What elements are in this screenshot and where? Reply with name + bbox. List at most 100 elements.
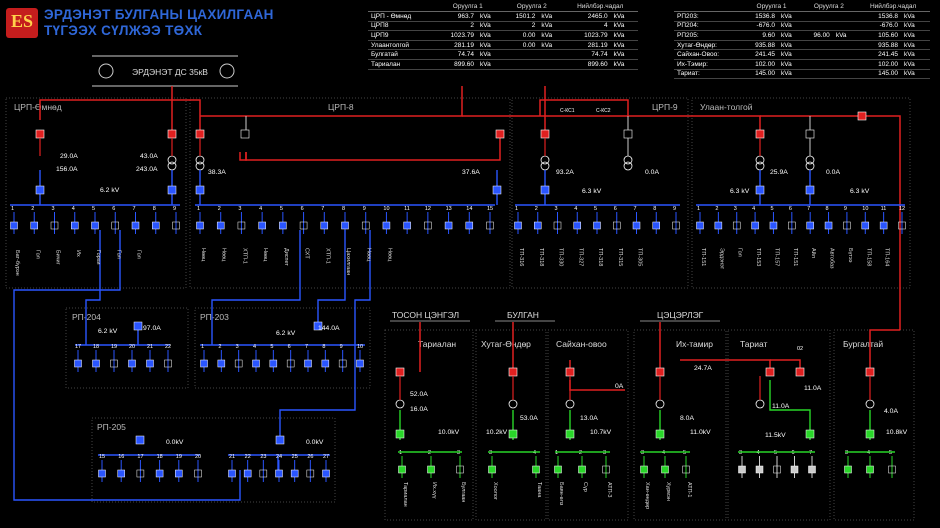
feeder-breaker (30, 221, 38, 230)
feeder-cell: 4 Их (71, 206, 81, 257)
feeder-number: 3 (236, 344, 239, 350)
breaker (795, 367, 805, 377)
feeder-label: Цахилгаан (345, 248, 351, 275)
feeder-cell: 19 (110, 344, 118, 372)
feeder-cell: 3 Булгаан (456, 450, 466, 502)
feeder-number: 7 (807, 206, 810, 212)
feeder-cell: 12 (424, 206, 432, 234)
feeder-cell: 11 (403, 206, 411, 234)
feeder-number: 5 (594, 206, 597, 212)
feeder-breaker (427, 465, 435, 474)
feeder-label: Бүтээ (847, 248, 853, 263)
feeder-number: 4 (662, 450, 665, 456)
feeder-number: 14 (466, 206, 472, 212)
feeder-label: Сүр (582, 482, 588, 492)
breaker (565, 367, 575, 377)
feeder-number: 10 (357, 344, 363, 350)
feeder-breaker (98, 469, 106, 478)
feeder-number: 6 (789, 206, 792, 212)
feeder-breaker (738, 465, 746, 474)
feeder-label: Хурмэн (665, 482, 671, 501)
feeder-number: 12 (425, 206, 431, 212)
feeder-breaker (554, 465, 562, 474)
feeder-number: 2 (218, 344, 221, 350)
feeder-label: ТП-330 (558, 248, 564, 266)
feeder-label: Таана (536, 482, 542, 498)
feeder-number: 20 (129, 344, 135, 350)
breaker (857, 111, 867, 121)
feeder-breaker (755, 465, 764, 474)
feeder-cell: 10 ТП-158 (861, 206, 871, 266)
feeder-cell: 24 (275, 454, 283, 482)
feeder-label: Гол (115, 250, 121, 259)
feeder-cell: 5 ТП-318 (593, 206, 603, 266)
feeder-label: ТП-316 (518, 248, 524, 266)
feeder-cell: 7 ХТП-1 (320, 206, 330, 264)
svg-text:0.0kV: 0.0kV (166, 439, 184, 446)
feeder-label: Айл (810, 248, 817, 258)
station-tariat: Тариат (740, 339, 768, 349)
feeder-number: 5 (92, 206, 95, 212)
feeder-breaker (258, 221, 266, 230)
feeder-cell: 4 Нөөц (258, 206, 268, 262)
feeder-number: 10 (383, 206, 389, 212)
svg-text:10.8kV: 10.8kV (886, 429, 908, 436)
feeder-breaker (321, 359, 330, 368)
svg-text:11.0A: 11.0A (804, 385, 822, 392)
feeder-breaker (322, 469, 330, 478)
feeder-breaker (714, 221, 723, 230)
feeder-number: 20 (195, 454, 201, 460)
feeder-label: Нөөц (262, 248, 268, 262)
feeder-cell: 20 (128, 344, 136, 372)
feeder-number: 3 (555, 206, 558, 212)
feeder-label: ТП-164 (884, 248, 890, 266)
single-line-diagram: ЦРП-Өмнөд ЦРП-8 ЦРП-9 Улаан-толгой РП-20… (5, 55, 915, 521)
feeder-number: 19 (176, 454, 182, 460)
feeder-number: 17 (137, 454, 143, 460)
feeder-number: 4 (533, 450, 536, 456)
feeder-breaker (196, 221, 204, 230)
feeder-breaker (92, 359, 100, 368)
feeder-breaker (751, 221, 759, 230)
feeder-number: 13 (446, 206, 452, 212)
feeder-number: 4 (752, 206, 755, 212)
feeder-number: 11 (881, 206, 887, 212)
feeder-number: 26 (307, 454, 313, 460)
svg-text:0A: 0A (615, 383, 624, 390)
feeder-cell: 4 (252, 344, 260, 372)
feeder-cell: 7 (808, 450, 816, 478)
feeder-label: Хоолог (492, 482, 498, 500)
feeder-number: 5 (683, 450, 686, 456)
feeder-cell: 4 ТП-327 (573, 206, 583, 266)
feeder-breaker (74, 359, 82, 368)
feeder-number: 7 (634, 206, 637, 212)
feeder-cell: 7 Гол (131, 206, 142, 259)
feeder-number: 3 (238, 206, 241, 212)
feeder-label: ТП-158 (865, 248, 871, 266)
feeder-breaker (769, 221, 778, 230)
svg-text:93.2A: 93.2A (556, 169, 574, 176)
feeder-number: 8 (342, 206, 345, 212)
feeder-cell: 1 Бат-бүрэн (10, 206, 20, 276)
feeder-number: 4 (253, 344, 256, 350)
feeder-cell: 1 (200, 344, 208, 372)
feeder-cell: 18 (155, 454, 164, 482)
feeder-cell: 10 Нөөц (382, 206, 392, 262)
feeder-label: Их (75, 250, 81, 257)
feeder-cell: 4 Таана (532, 450, 542, 498)
feeder-label: Эрдэнэт (718, 248, 724, 270)
feeder-number: 2 (428, 450, 431, 456)
feeder-cell: 17 (136, 454, 145, 482)
feeder-breaker (532, 465, 540, 474)
feeder-breaker (382, 221, 391, 230)
feeder-label: ТП-318 (538, 248, 544, 266)
feeder-breaker (279, 221, 287, 230)
svg-text:25.9A: 25.9A (770, 169, 788, 176)
feeder-number: 6 (301, 206, 304, 212)
svg-text:6.2 kV: 6.2 kV (100, 187, 120, 194)
feeder-cell: 3 Гол (732, 206, 743, 257)
feeder-cell: 6 СХТ (299, 206, 310, 259)
svg-text:29.0A: 29.0A (60, 153, 78, 160)
svg-text:144.0A: 144.0A (318, 325, 340, 332)
feeder-breaker (290, 469, 299, 478)
